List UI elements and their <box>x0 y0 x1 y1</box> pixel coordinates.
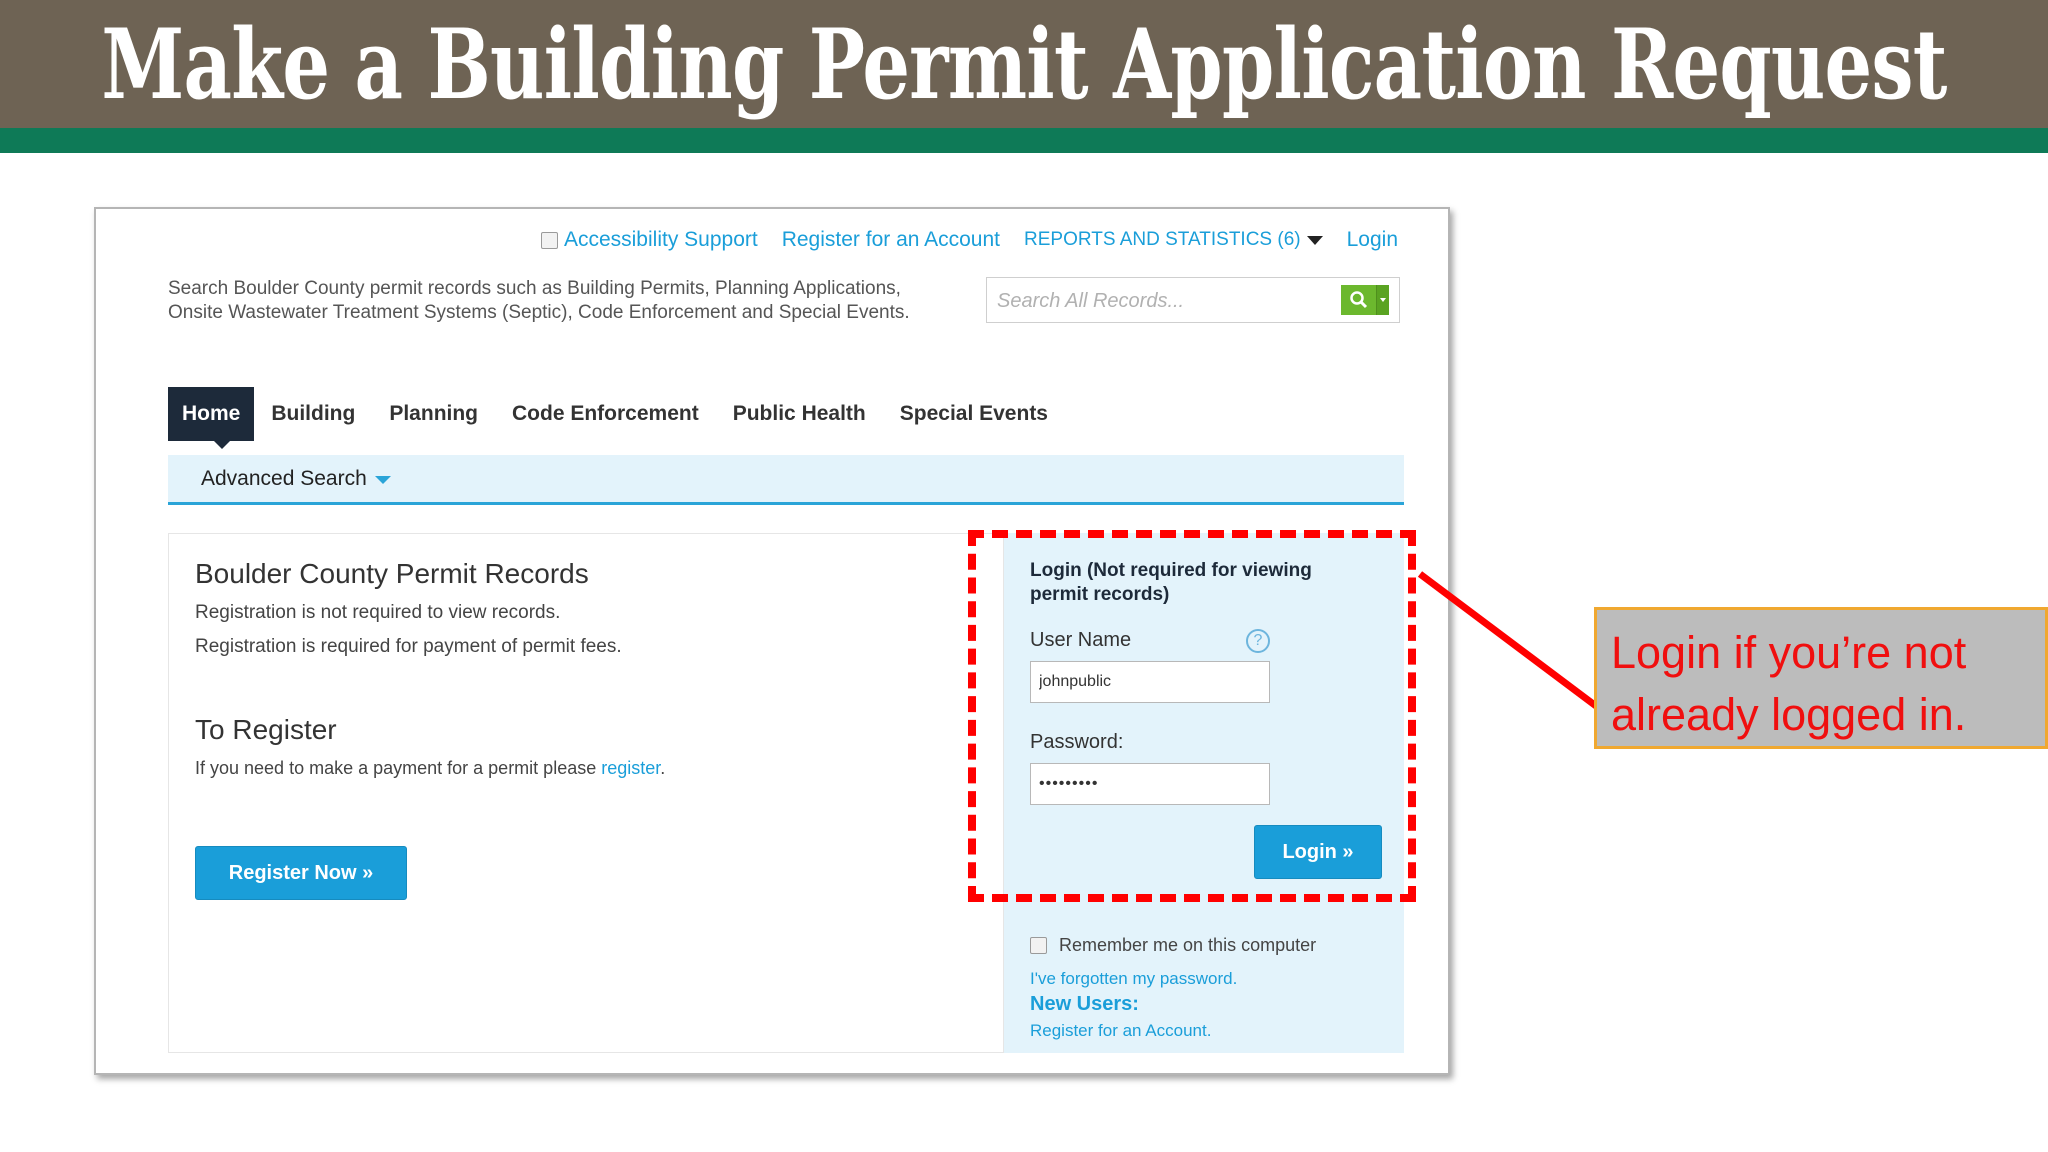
accessibility-checkbox[interactable] <box>540 231 558 249</box>
tab-building[interactable]: Building <box>254 387 372 441</box>
remember-me[interactable]: Remember me on this computer <box>1030 935 1316 956</box>
new-users-label: New Users: <box>1030 993 1139 1015</box>
register-account-link-bottom[interactable]: Register for an Account. <box>1030 1021 1211 1041</box>
top-login-link[interactable]: Login <box>1347 228 1398 252</box>
register-inline-link[interactable]: register <box>601 758 660 778</box>
forgot-password-link[interactable]: I've forgotten my password. <box>1030 969 1237 989</box>
registration-note-2: Registration is required for payment of … <box>195 636 622 657</box>
tab-home[interactable]: Home <box>168 387 255 449</box>
search-options-icon[interactable] <box>1376 285 1389 315</box>
registration-note-1: Registration is not required to view rec… <box>195 602 561 623</box>
tab-code-enforcement[interactable]: Code Enforcement <box>495 387 716 441</box>
slide-title: Make a Building Permit Application Reque… <box>101 7 1947 121</box>
advanced-search-link[interactable]: Advanced Search <box>201 467 367 491</box>
top-navigation: Accessibility Support Register for an Ac… <box>540 225 1398 255</box>
main-tabs: Home Building Planning Code Enforcement … <box>168 387 1065 449</box>
tab-public-health[interactable]: Public Health <box>716 387 883 441</box>
remember-me-label: Remember me on this computer <box>1059 935 1317 955</box>
permit-records-heading: Boulder County Permit Records <box>195 558 589 589</box>
welcome-panel: Boulder County Permit Records Registrati… <box>168 533 1004 1053</box>
accessibility-link[interactable]: Accessibility Support <box>564 228 758 252</box>
chevron-down-icon[interactable] <box>374 476 391 484</box>
search-input[interactable] <box>995 286 1319 316</box>
accessibility-support[interactable]: Accessibility Support <box>540 228 758 252</box>
register-instructions-text: If you need to make a payment for a perm… <box>195 758 602 778</box>
callout-note: Login if you’re not already logged in. <box>1594 607 2048 749</box>
intro-text: Search Boulder County permit records suc… <box>168 278 910 323</box>
register-instructions: If you need to make a payment for a perm… <box>195 758 665 779</box>
remember-me-checkbox[interactable] <box>1030 937 1047 954</box>
highlight-dashed-box <box>968 530 1416 902</box>
register-now-button[interactable]: Register Now » <box>195 846 407 900</box>
register-account-link[interactable]: Register for an Account <box>782 228 1000 252</box>
search-box <box>986 277 1400 323</box>
to-register-heading: To Register <box>195 714 337 745</box>
search-button[interactable] <box>1341 285 1389 315</box>
tab-planning[interactable]: Planning <box>372 387 495 441</box>
caret-down-icon <box>1306 235 1323 245</box>
reports-menu[interactable]: REPORTS AND STATISTICS (6) <box>1024 229 1323 251</box>
slide-stripe <box>0 128 2048 153</box>
subnav-bar: Advanced Search <box>168 455 1404 505</box>
search-icon <box>1341 285 1376 315</box>
register-instructions-period: . <box>660 758 666 778</box>
reports-label: REPORTS AND STATISTICS (6) <box>1024 229 1301 250</box>
tab-special-events[interactable]: Special Events <box>883 387 1065 441</box>
